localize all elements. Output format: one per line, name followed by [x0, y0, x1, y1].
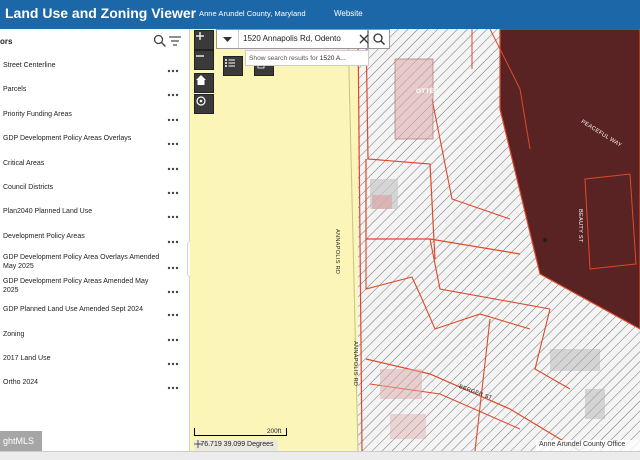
- layer-options-button[interactable]: [166, 355, 180, 366]
- locate-icon: [196, 96, 206, 106]
- layer-label: Ortho 2024: [3, 379, 39, 386]
- layer-options-button[interactable]: [166, 233, 180, 244]
- layer-label: GDP Development Policy Areas Amended May…: [3, 278, 149, 294]
- map-attribution: Anne Arundel County Office: [536, 440, 640, 451]
- layer-options-button[interactable]: [166, 259, 180, 270]
- layer-options-button[interactable]: [166, 331, 180, 342]
- layer-options-button[interactable]: [166, 135, 180, 146]
- layer-list-panel: ors Street Centerline Parcels Priority Fun…: [0, 29, 190, 451]
- layer-label: 2017 Land Use: [3, 355, 51, 362]
- road-band: [190, 29, 358, 451]
- search-suggestion[interactable]: Show search results for 1520 A...: [245, 50, 369, 66]
- filter-icon[interactable]: [168, 34, 182, 48]
- home-icon: [196, 75, 206, 85]
- more-options-icon: [167, 118, 179, 122]
- layer-label: Council Districts: [3, 184, 54, 191]
- panel-title: ors: [0, 37, 13, 46]
- more-options-icon: [167, 240, 179, 244]
- layer-label: Critical Areas: [3, 160, 45, 167]
- layer-options-button[interactable]: [166, 62, 180, 73]
- layer-options-button[interactable]: [166, 184, 180, 195]
- parcel-id-label: OTTER: [416, 88, 440, 95]
- more-options-icon: [167, 290, 179, 294]
- layer-label: Street Centerline: [3, 62, 56, 69]
- more-options-icon: [167, 93, 179, 97]
- layer-options-button[interactable]: [166, 86, 180, 97]
- layer-options-button[interactable]: [166, 160, 180, 171]
- mls-watermark: ghtMLS: [0, 431, 42, 451]
- search-input[interactable]: 1520 Annapolis Rd, Odento: [243, 34, 359, 43]
- layer-options-button[interactable]: [166, 283, 180, 294]
- more-options-icon: [167, 69, 179, 73]
- app-subtitle: Anne Arundel County, Maryland: [199, 9, 306, 18]
- more-options-icon: [167, 266, 179, 270]
- address-search: 1520 Annapolis Rd, Odento: [216, 29, 369, 49]
- coordinate-readout: -76.719 39.099 Degrees: [194, 440, 278, 451]
- search-source-dropdown[interactable]: [217, 30, 239, 48]
- suggestion-term: 1520 A...: [319, 55, 346, 62]
- minus-icon: [196, 55, 204, 57]
- layer-options-button[interactable]: [166, 111, 180, 122]
- more-options-icon: [167, 362, 179, 366]
- layer-label: GDP Development Policy Area Overlays Ame…: [3, 254, 160, 270]
- more-options-icon: [167, 142, 179, 146]
- app-title: Land Use and Zoning Viewer: [5, 5, 197, 21]
- list-icon: [225, 59, 235, 67]
- legend-button[interactable]: [223, 56, 243, 76]
- scale-label: 200ft: [267, 428, 282, 435]
- plus-icon: [196, 32, 204, 40]
- more-options-icon: [167, 386, 179, 390]
- layer-label: Zoning: [3, 331, 25, 338]
- more-options-icon: [167, 338, 179, 342]
- more-options-icon: [167, 167, 179, 171]
- more-options-icon: [167, 191, 179, 195]
- suggestion-prefix: Show search results for: [249, 55, 320, 62]
- locate-button[interactable]: [194, 94, 214, 114]
- layer-label: Development Policy Areas: [3, 233, 85, 240]
- beauty-st-label: BEAUTY ST: [577, 209, 583, 243]
- layer-label: Plan2040 Planned Land Use: [3, 208, 93, 215]
- caret-down-icon: [223, 37, 232, 42]
- layer-label: Priority Funding Areas: [3, 111, 72, 118]
- more-options-icon: [167, 313, 179, 317]
- search-icon: [373, 33, 385, 45]
- layer-options-button[interactable]: [166, 379, 180, 390]
- search-icon[interactable]: [153, 34, 167, 48]
- map-canvas[interactable]: [190, 29, 640, 451]
- zoom-out-button[interactable]: [194, 50, 214, 70]
- more-options-icon: [167, 215, 179, 219]
- layer-options-button[interactable]: [166, 306, 180, 317]
- crosshair-icon: [194, 440, 202, 448]
- layer-options-button[interactable]: [166, 208, 180, 219]
- annapolis-rd-label-lower: ANNAPOLIS RD: [352, 341, 358, 387]
- layer-label: GDP Development Policy Areas Overlays: [3, 135, 132, 142]
- layer-label: Parcels: [3, 86, 27, 93]
- website-link[interactable]: Website: [334, 9, 363, 18]
- home-button[interactable]: [194, 73, 214, 93]
- bottom-bar: [0, 451, 640, 460]
- map-view[interactable]: ANNAPOLIS RD ANNAPOLIS RD BERGER ST OTTE…: [190, 29, 640, 451]
- coordinate-value: -76.719 39.099 Degrees: [198, 441, 274, 448]
- zoom-in-button[interactable]: [194, 30, 214, 50]
- annapolis-rd-label: ANNAPOLIS RD: [334, 229, 340, 275]
- layer-label: GDP Planned Land Use Amended Sept 2024: [3, 306, 143, 313]
- app-header: Land Use and Zoning Viewer Anne Arundel …: [0, 0, 640, 29]
- search-submit-button[interactable]: [368, 29, 390, 49]
